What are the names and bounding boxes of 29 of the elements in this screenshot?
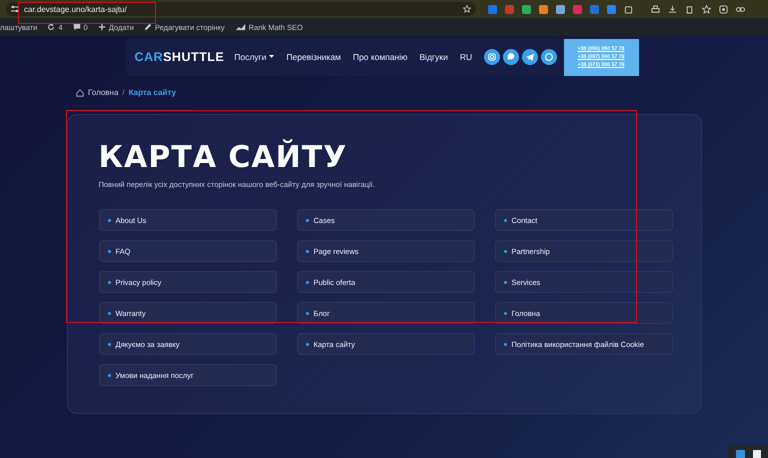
- plus-icon: [98, 23, 106, 31]
- whatsapp-icon[interactable]: [541, 49, 558, 65]
- pencil-icon: [144, 23, 152, 31]
- chart-icon: [234, 23, 246, 31]
- screenshot-icon[interactable]: [719, 4, 728, 14]
- nav-link[interactable]: Про компанію: [352, 52, 408, 62]
- nav-link[interactable]: RU: [460, 52, 472, 62]
- breadcrumb-link[interactable]: Карта сайту: [128, 88, 176, 97]
- print-icon[interactable]: [651, 4, 660, 14]
- site-settings-icon[interactable]: [11, 5, 19, 13]
- address-bar-url[interactable]: car.devstage.uno/karta-sajtu/: [24, 4, 127, 14]
- nav-link[interactable]: Перевізникам: [286, 52, 341, 62]
- nav-link[interactable]: Послуги: [234, 52, 274, 62]
- telegram-icon[interactable]: [522, 49, 538, 65]
- breadcrumb-separator: /: [122, 88, 125, 97]
- nav-link[interactable]: Відгуки: [420, 52, 448, 62]
- page-title: КАРТА САЙТУ: [98, 141, 348, 175]
- download-icon[interactable]: [668, 4, 677, 14]
- sync-icon: [47, 23, 56, 31]
- star-icon[interactable]: [463, 5, 471, 13]
- breadcrumb-link[interactable]: Головна: [88, 88, 118, 97]
- comment-icon: [72, 23, 81, 31]
- site-logo[interactable]: CARSHUTTLE: [134, 50, 224, 64]
- star-icon[interactable]: [702, 4, 711, 14]
- instagram-icon[interactable]: [484, 49, 500, 65]
- link-icon[interactable]: [736, 4, 745, 14]
- viber-icon[interactable]: [503, 49, 520, 65]
- caret-icon: [269, 55, 274, 59]
- home-icon: [76, 88, 84, 96]
